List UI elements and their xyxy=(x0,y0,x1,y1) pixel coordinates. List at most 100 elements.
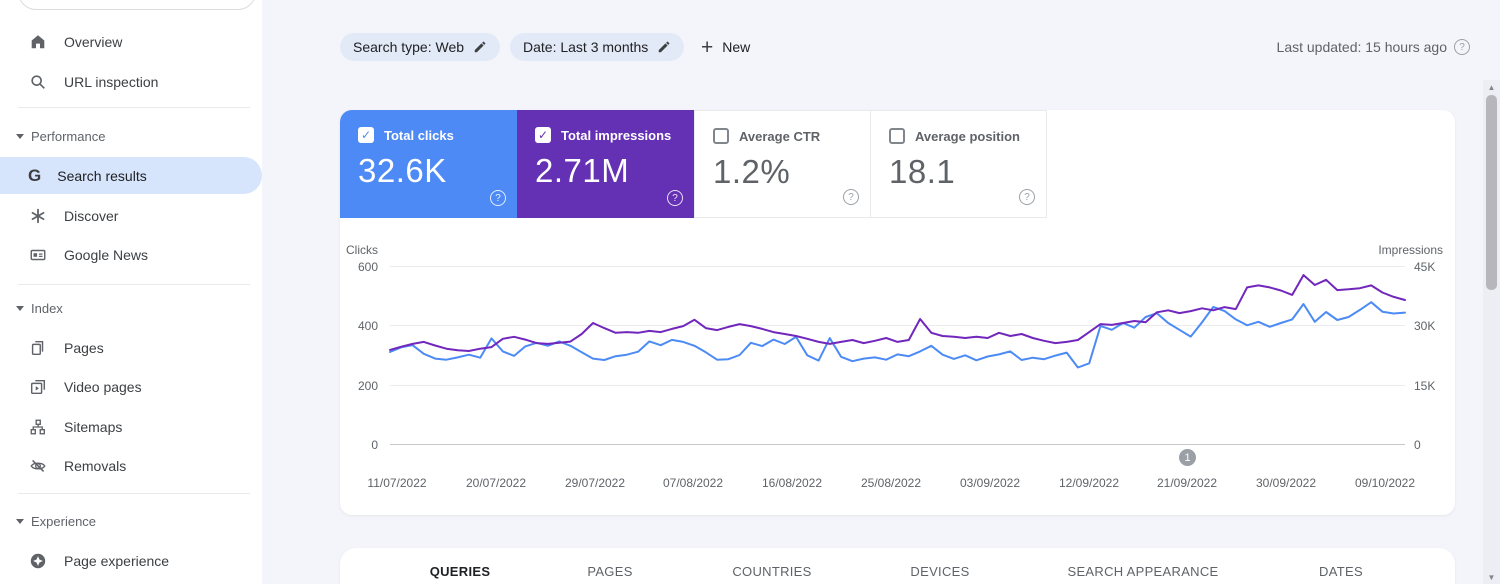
sidebar-item-label: Discover xyxy=(64,208,119,224)
vertical-scrollbar[interactable]: ▲ ▼ xyxy=(1483,80,1500,584)
x-axis-labels: 11/07/2022 20/07/2022 29/07/2022 07/08/2… xyxy=(367,476,1415,490)
y-axis-tick: 45K xyxy=(1414,260,1436,274)
checkbox-average-position[interactable]: ✓ xyxy=(889,128,905,144)
video-pages-icon xyxy=(28,377,48,397)
removals-eye-off-icon xyxy=(28,456,48,476)
help-icon[interactable]: ? xyxy=(1019,189,1035,205)
home-icon xyxy=(28,32,48,52)
filter-chip-label: Search type: Web xyxy=(353,39,465,55)
metric-value: 18.1 xyxy=(889,153,956,190)
discover-icon xyxy=(28,206,48,226)
news-icon xyxy=(28,245,48,265)
search-icon xyxy=(28,72,48,92)
pages-icon xyxy=(28,338,48,358)
sidebar-item-page-experience[interactable]: Page experience xyxy=(28,549,169,573)
metric-card-average-ctr[interactable]: ✓ Average CTR 1.2% ? xyxy=(694,110,871,218)
filter-chip-label: Date: Last 3 months xyxy=(523,39,649,55)
sitemaps-icon xyxy=(28,417,48,437)
help-icon[interactable]: ? xyxy=(490,190,506,206)
x-axis-line xyxy=(390,444,1405,445)
x-axis-tick: 29/07/2022 xyxy=(564,476,626,490)
sidebar-item-label: Google News xyxy=(64,247,149,263)
y-axis-tick: 0 xyxy=(371,438,378,452)
sidebar-item-label: Search results xyxy=(57,167,147,184)
x-axis-tick: 16/08/2022 xyxy=(761,476,823,490)
x-axis-tick: 09/10/2022 xyxy=(1354,476,1416,490)
google-g-icon: G xyxy=(28,165,42,185)
edit-pencil-icon[interactable] xyxy=(657,40,671,54)
sidebar-item-google-news[interactable]: Google News xyxy=(28,243,148,267)
metric-value: 1.2% xyxy=(713,153,791,190)
metric-label: Average position xyxy=(915,128,1020,144)
last-updated: Last updated: 15 hours ago ? xyxy=(1277,39,1470,55)
x-axis-tick: 03/09/2022 xyxy=(959,476,1021,490)
sidebar-item-search-results[interactable]: G Search results xyxy=(0,157,262,194)
sidebar-section-performance[interactable]: Performance xyxy=(16,128,105,144)
sidebar-item-pages[interactable]: Pages xyxy=(28,336,104,360)
filter-chip-date[interactable]: Date: Last 3 months xyxy=(510,33,685,61)
chevron-down-icon xyxy=(16,305,24,311)
edit-pencil-icon[interactable] xyxy=(473,40,487,54)
tab-devices[interactable]: DEVICES xyxy=(910,564,969,579)
page-experience-icon xyxy=(28,551,48,571)
scrollbar-up-arrow[interactable]: ▲ xyxy=(1483,80,1500,94)
y-axis-tick: 15K xyxy=(1414,379,1436,393)
y-axis-tick: 200 xyxy=(357,379,378,393)
sidebar-section-label: Experience xyxy=(31,513,97,529)
search-console-app: Overview URL inspection Performance G Se… xyxy=(0,0,1500,584)
checkmark-icon: ✓ xyxy=(537,128,549,142)
sidebar-section-index[interactable]: Index xyxy=(16,300,63,316)
tab-pages[interactable]: PAGES xyxy=(587,564,632,579)
tab-queries[interactable]: QUERIES xyxy=(430,564,491,579)
right-axis-title: Impressions xyxy=(1378,243,1443,257)
metric-value: 32.6K xyxy=(358,152,447,189)
x-axis-tick: 21/09/2022 xyxy=(1156,476,1218,490)
metric-value: 2.71M xyxy=(535,152,630,189)
sidebar-item-label: Video pages xyxy=(64,379,142,395)
last-updated-text: Last updated: 15 hours ago xyxy=(1276,39,1447,55)
help-icon[interactable]: ? xyxy=(667,190,683,206)
sidebar-item-overview[interactable]: Overview xyxy=(28,30,122,54)
metric-card-total-impressions[interactable]: ✓ Total impressions 2.71M ? xyxy=(517,110,694,218)
y-axis-tick: 30K xyxy=(1414,319,1436,333)
tab-dates[interactable]: DATES xyxy=(1319,564,1363,579)
sidebar-divider xyxy=(18,107,250,108)
y-axis-tick: 0 xyxy=(1414,438,1421,452)
help-icon[interactable]: ? xyxy=(1454,39,1470,55)
sidebar-item-video-pages[interactable]: Video pages xyxy=(28,375,142,399)
metric-label: Total impressions xyxy=(561,127,672,143)
sidebar-item-removals[interactable]: Removals xyxy=(28,454,126,478)
sidebar-divider xyxy=(18,284,250,285)
sidebar-item-label: Pages xyxy=(64,340,104,356)
checkbox-total-impressions[interactable]: ✓ xyxy=(535,127,551,143)
tab-countries[interactable]: COUNTRIES xyxy=(732,564,811,579)
scrollbar-down-arrow[interactable]: ▼ xyxy=(1483,570,1500,584)
checkbox-average-ctr[interactable]: ✓ xyxy=(713,128,729,144)
scrollbar-thumb[interactable] xyxy=(1486,95,1497,290)
new-filter-label: New xyxy=(722,39,751,55)
sidebar-item-url-inspection[interactable]: URL inspection xyxy=(28,70,158,94)
metric-card-average-position[interactable]: ✓ Average position 18.1 ? xyxy=(870,110,1047,218)
x-axis-tick: 11/07/2022 xyxy=(367,476,427,490)
metric-card-total-clicks[interactable]: ✓ Total clicks 32.6K ? xyxy=(340,110,517,218)
chevron-down-icon xyxy=(16,133,24,139)
help-icon[interactable]: ? xyxy=(843,189,859,205)
left-axis-title: Clicks xyxy=(346,243,378,257)
x-axis-tick: 20/07/2022 xyxy=(465,476,527,490)
sidebar-item-discover[interactable]: Discover xyxy=(28,204,118,228)
sidebar-section-label: Performance xyxy=(31,128,106,144)
sidebar-item-sitemaps[interactable]: Sitemaps xyxy=(28,415,122,439)
sidebar: Overview URL inspection Performance G Se… xyxy=(0,0,262,584)
y-axis-tick: 400 xyxy=(357,319,378,333)
tab-search-appearance[interactable]: SEARCH APPEARANCE xyxy=(1067,564,1218,579)
filter-chip-search-type[interactable]: Search type: Web xyxy=(340,33,501,61)
x-axis-tick: 12/09/2022 xyxy=(1058,476,1120,490)
new-filter-button[interactable]: + New xyxy=(701,33,750,61)
sidebar-section-experience[interactable]: Experience xyxy=(16,513,96,529)
performance-line-chart[interactable] xyxy=(389,266,1406,444)
checkbox-total-clicks[interactable]: ✓ xyxy=(358,127,374,143)
annotation-badge[interactable]: 1 xyxy=(1179,449,1196,466)
property-selector[interactable] xyxy=(18,0,256,10)
checkmark-icon: ✓ xyxy=(360,128,372,142)
metric-label: Average CTR xyxy=(739,128,821,144)
